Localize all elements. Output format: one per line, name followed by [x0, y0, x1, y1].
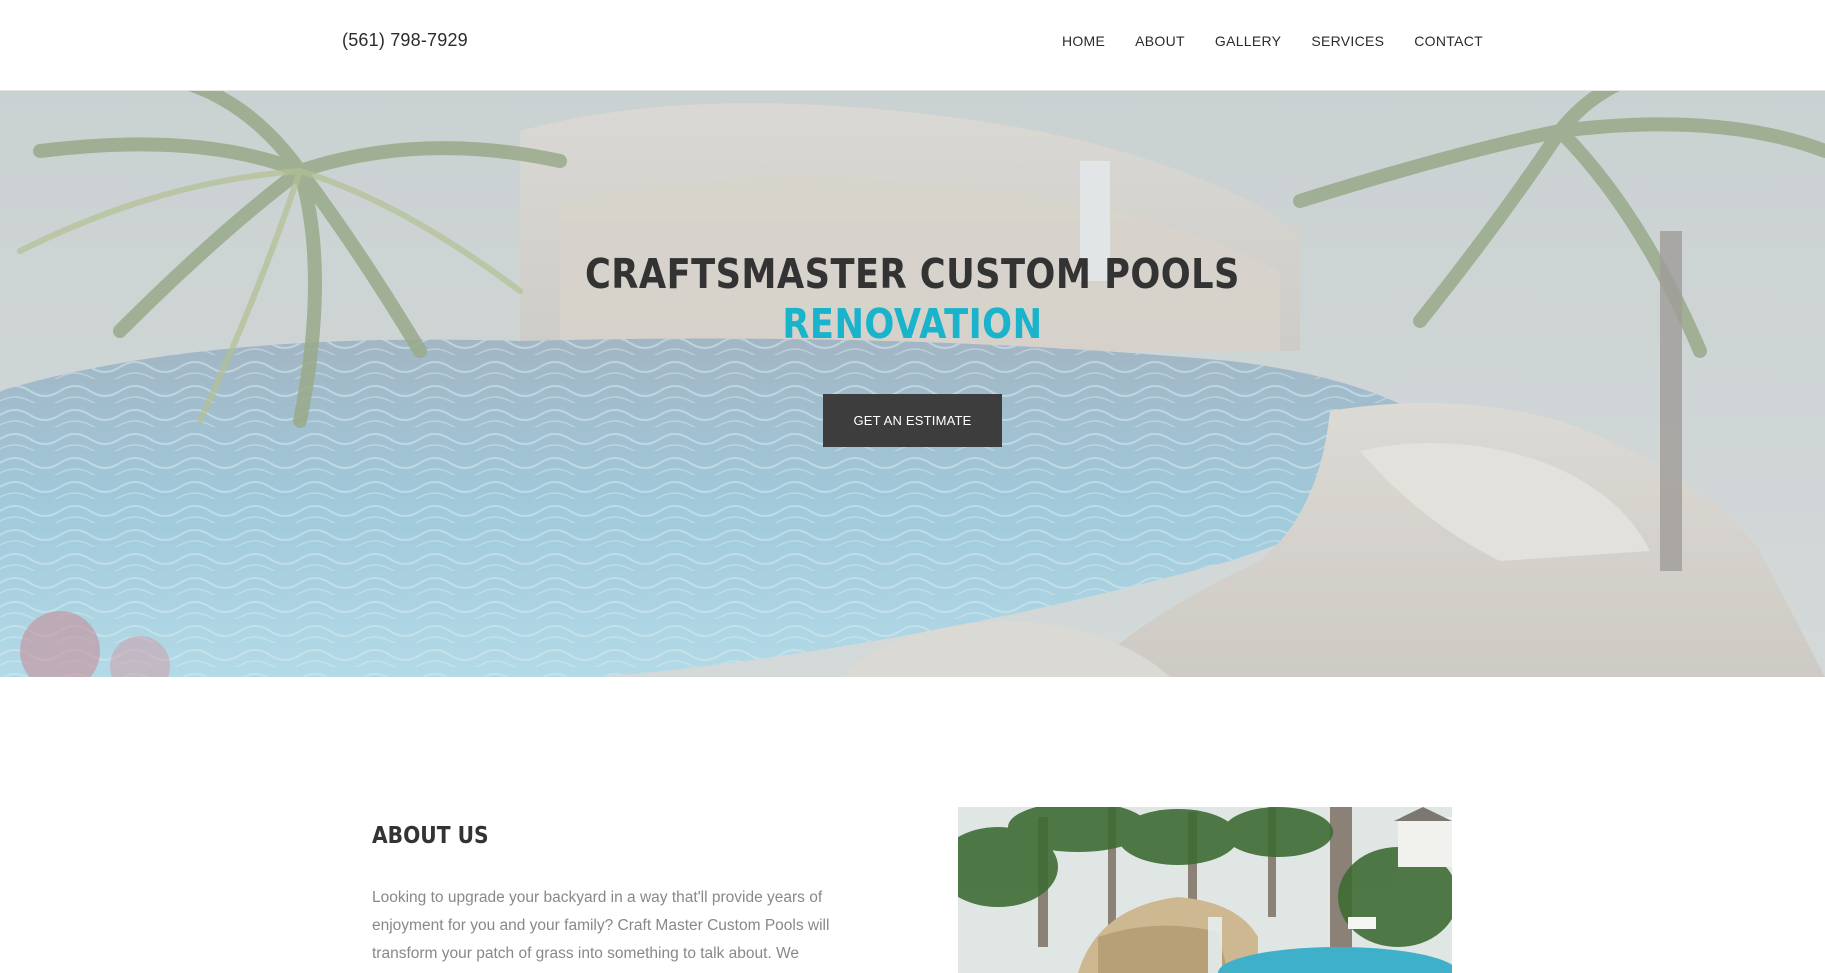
- hero-overlay: [0, 91, 1825, 677]
- hero-title: CRAFTSMASTER CUSTOM POOLS: [584, 250, 1240, 298]
- get-estimate-button[interactable]: GET AN ESTIMATE: [823, 394, 1002, 447]
- nav-about[interactable]: ABOUT: [1135, 33, 1185, 49]
- nav-services[interactable]: SERVICES: [1311, 33, 1384, 49]
- nav-home[interactable]: HOME: [1062, 33, 1105, 49]
- hero-section: CRAFTSMASTER CUSTOM POOLS RENOVATION GET…: [0, 91, 1825, 677]
- nav-gallery[interactable]: GALLERY: [1215, 33, 1281, 49]
- about-text: Looking to upgrade your backyard in a wa…: [372, 889, 830, 962]
- nav-contact[interactable]: CONTACT: [1414, 33, 1483, 49]
- phone-number-link[interactable]: (561) 798-7929: [342, 30, 468, 51]
- about-heading: ABOUT US: [372, 823, 489, 849]
- main-nav: HOME ABOUT GALLERY SERVICES CONTACT: [1062, 33, 1483, 49]
- about-image: [958, 807, 1452, 973]
- site-header: (561) 798-7929 HOME ABOUT GALLERY SERVIC…: [0, 0, 1825, 91]
- hero-subtitle: RENOVATION: [782, 300, 1043, 348]
